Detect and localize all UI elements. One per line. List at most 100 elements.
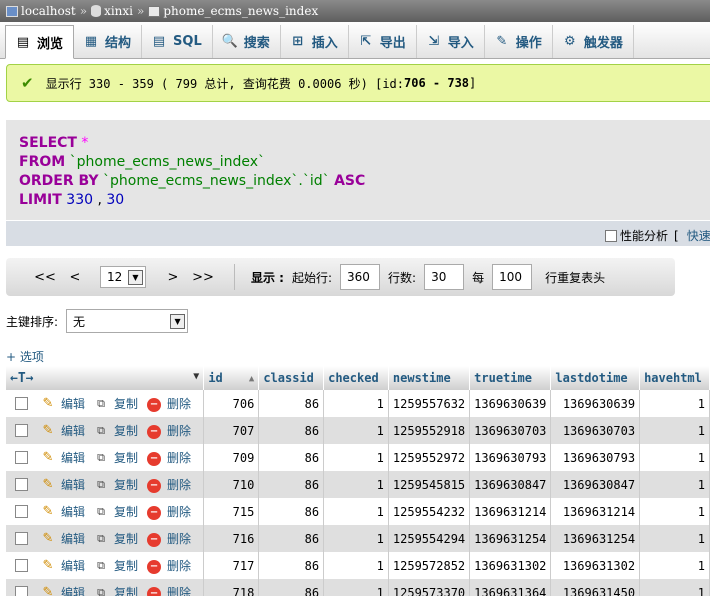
edit-link[interactable]: ✎ 编辑 bbox=[40, 557, 85, 574]
copy-link[interactable]: ⧉ 复制 bbox=[93, 422, 138, 439]
cell-id[interactable]: 706 bbox=[203, 390, 260, 417]
edit-link[interactable]: ✎ 编辑 bbox=[40, 422, 85, 439]
cell-lastdotime[interactable]: 1369630847 bbox=[550, 471, 641, 498]
tab-browse[interactable]: ▤ 浏览 bbox=[5, 25, 75, 59]
delete-link[interactable]: − 删除 bbox=[146, 449, 191, 466]
cell-id[interactable]: 718 bbox=[203, 579, 260, 596]
column-arrows-icon[interactable]: ←T→ bbox=[10, 371, 33, 386]
cell-id[interactable]: 709 bbox=[203, 444, 260, 471]
tab-export[interactable]: ⇱ 导出 bbox=[349, 25, 417, 58]
column-header-truetime[interactable]: truetime bbox=[469, 366, 552, 390]
row-checkbox[interactable] bbox=[15, 477, 28, 491]
database-link[interactable]: xinxi bbox=[104, 4, 133, 18]
copy-label[interactable]: 复制 bbox=[114, 503, 138, 520]
delete-label[interactable]: 删除 bbox=[167, 422, 191, 439]
cell-lastdotime[interactable]: 1369631214 bbox=[550, 498, 641, 525]
column-menu-icon[interactable]: ▼ bbox=[193, 371, 199, 382]
edit-label[interactable]: 编辑 bbox=[61, 449, 85, 466]
copy-link[interactable]: ⧉ 复制 bbox=[93, 557, 138, 574]
edit-label[interactable]: 编辑 bbox=[61, 584, 85, 596]
cell-havehtml[interactable]: 1 bbox=[639, 552, 710, 579]
column-header-label[interactable]: checked bbox=[328, 371, 379, 385]
copy-link[interactable]: ⧉ 复制 bbox=[93, 530, 138, 547]
edit-link[interactable]: ✎ 编辑 bbox=[40, 530, 85, 547]
cell-classid[interactable]: 86 bbox=[258, 471, 325, 498]
edit-link[interactable]: ✎ 编辑 bbox=[40, 449, 85, 466]
cell-truetime[interactable]: 1369630847 bbox=[469, 471, 552, 498]
cell-checked[interactable]: 1 bbox=[323, 471, 389, 498]
tab-sql[interactable]: ▤ SQL bbox=[142, 25, 213, 58]
breadcrumb-database[interactable]: xinxi bbox=[91, 4, 133, 18]
delete-link[interactable]: − 删除 bbox=[146, 530, 191, 547]
profiling-label[interactable]: 性能分析 bbox=[620, 227, 668, 244]
copy-link[interactable]: ⧉ 复制 bbox=[93, 476, 138, 493]
cell-newstime[interactable]: 1259545815 bbox=[388, 471, 471, 498]
cell-checked[interactable]: 1 bbox=[323, 390, 389, 417]
row-checkbox[interactable] bbox=[15, 423, 28, 437]
column-header-newstime[interactable]: newstime bbox=[388, 366, 471, 390]
cell-newstime[interactable]: 1259573370 bbox=[388, 579, 471, 596]
cell-classid[interactable]: 86 bbox=[258, 579, 325, 596]
copy-label[interactable]: 复制 bbox=[114, 395, 138, 412]
delete-link[interactable]: − 删除 bbox=[146, 557, 191, 574]
copy-link[interactable]: ⧉ 复制 bbox=[93, 503, 138, 520]
repeat-header-input[interactable]: 100 bbox=[492, 264, 533, 290]
cell-id[interactable]: 715 bbox=[203, 498, 260, 525]
copy-label[interactable]: 复制 bbox=[114, 422, 138, 439]
show-button[interactable]: 显示 : bbox=[251, 269, 284, 286]
copy-label[interactable]: 复制 bbox=[114, 584, 138, 596]
cell-truetime[interactable]: 1369631214 bbox=[469, 498, 552, 525]
cell-truetime[interactable]: 1369630703 bbox=[469, 417, 552, 444]
profiling-option[interactable]: 性能分析 [ 快速编辑 bbox=[605, 227, 710, 244]
cell-checked[interactable]: 1 bbox=[323, 552, 389, 579]
cell-classid[interactable]: 86 bbox=[258, 444, 325, 471]
cell-lastdotime[interactable]: 1369631254 bbox=[550, 525, 641, 552]
column-header-havehtml[interactable]: havehtml bbox=[639, 366, 710, 390]
cell-newstime[interactable]: 1259554232 bbox=[388, 498, 471, 525]
column-header-label[interactable]: truetime bbox=[474, 371, 532, 385]
column-header-classid[interactable]: classid bbox=[258, 366, 325, 390]
cell-lastdotime[interactable]: 1369630703 bbox=[550, 417, 641, 444]
first-page-button[interactable]: << bbox=[30, 270, 60, 285]
column-header-id[interactable]: id ▲ bbox=[203, 366, 260, 390]
edit-link[interactable]: ✎ 编辑 bbox=[40, 503, 85, 520]
quick-edit-link[interactable]: 快速编辑 bbox=[687, 227, 710, 244]
edit-label[interactable]: 编辑 bbox=[61, 422, 85, 439]
cell-havehtml[interactable]: 1 bbox=[639, 498, 710, 525]
delete-link[interactable]: − 删除 bbox=[146, 503, 191, 520]
cell-havehtml[interactable]: 1 bbox=[639, 417, 710, 444]
delete-label[interactable]: 删除 bbox=[167, 395, 191, 412]
tab-import[interactable]: ⇲ 导入 bbox=[417, 25, 485, 58]
cell-id[interactable]: 710 bbox=[203, 471, 260, 498]
column-header-label[interactable]: havehtml bbox=[644, 371, 702, 385]
cell-newstime[interactable]: 1259552918 bbox=[388, 417, 471, 444]
cell-havehtml[interactable]: 1 bbox=[639, 579, 710, 596]
column-header-lastdotime[interactable]: lastdotime bbox=[550, 366, 641, 390]
cell-lastdotime[interactable]: 1369630793 bbox=[550, 444, 641, 471]
tab-wrench[interactable]: ✎ 操作 bbox=[485, 25, 553, 58]
edit-label[interactable]: 编辑 bbox=[61, 530, 85, 547]
edit-link[interactable]: ✎ 编辑 bbox=[40, 395, 85, 412]
cell-classid[interactable]: 86 bbox=[258, 498, 325, 525]
edit-label[interactable]: 编辑 bbox=[61, 476, 85, 493]
cell-newstime[interactable]: 1259557632 bbox=[388, 390, 471, 417]
cell-id[interactable]: 717 bbox=[203, 552, 260, 579]
cell-truetime[interactable]: 1369630793 bbox=[469, 444, 552, 471]
tab-search[interactable]: 🔍 搜索 bbox=[213, 25, 281, 58]
copy-label[interactable]: 复制 bbox=[114, 476, 138, 493]
profiling-checkbox[interactable] bbox=[605, 229, 617, 242]
cell-id[interactable]: 707 bbox=[203, 417, 260, 444]
last-page-button[interactable]: >> bbox=[188, 270, 218, 285]
cell-newstime[interactable]: 1259554294 bbox=[388, 525, 471, 552]
cell-classid[interactable]: 86 bbox=[258, 390, 325, 417]
cell-havehtml[interactable]: 1 bbox=[639, 471, 710, 498]
copy-link[interactable]: ⧉ 复制 bbox=[93, 395, 138, 412]
cell-checked[interactable]: 1 bbox=[323, 498, 389, 525]
cell-checked[interactable]: 1 bbox=[323, 579, 389, 596]
edit-label[interactable]: 编辑 bbox=[61, 503, 85, 520]
cell-truetime[interactable]: 1369631302 bbox=[469, 552, 552, 579]
cell-classid[interactable]: 86 bbox=[258, 552, 325, 579]
cell-checked[interactable]: 1 bbox=[323, 525, 389, 552]
edit-label[interactable]: 编辑 bbox=[61, 395, 85, 412]
cell-truetime[interactable]: 1369631254 bbox=[469, 525, 552, 552]
